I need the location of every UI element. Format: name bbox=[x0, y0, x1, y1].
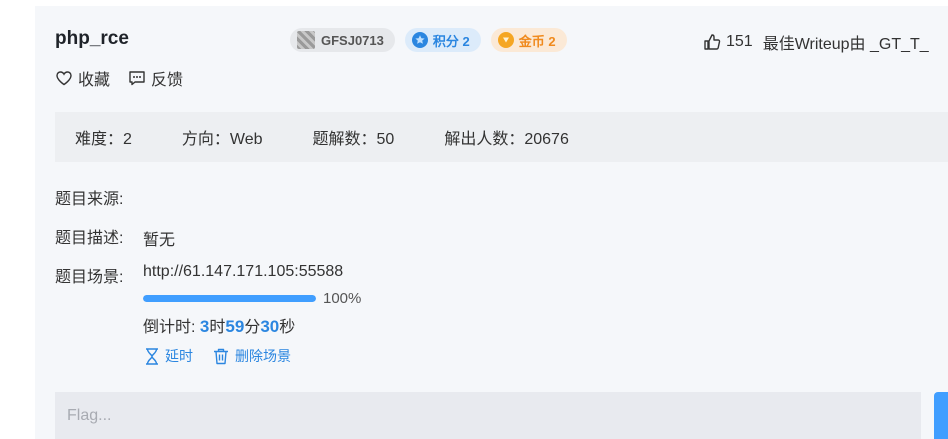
scene-label: 题目场景: bbox=[55, 269, 124, 286]
score-label: 积分 2 bbox=[432, 33, 470, 49]
feedback-icon bbox=[129, 71, 145, 86]
star-badge-icon bbox=[411, 32, 428, 48]
heart-icon bbox=[56, 71, 72, 86]
countdown-minutes: 59 bbox=[225, 317, 245, 336]
scene-url[interactable]: http://61.147.171.105:55588 bbox=[143, 263, 343, 281]
extend-time-button[interactable]: 延时 bbox=[145, 346, 193, 366]
challenge-info-bar: 难度：2 方向：Web 题解数：50 解出人数：20676 bbox=[55, 112, 948, 162]
hours-unit: 时 bbox=[209, 319, 226, 336]
delete-scene-button[interactable]: 删除场景 bbox=[213, 346, 291, 366]
score-tag: 积分 2 bbox=[404, 28, 481, 52]
countdown-seconds: 30 bbox=[260, 317, 280, 336]
seconds-unit: 秒 bbox=[279, 319, 296, 336]
feedback-label: 反馈 bbox=[151, 72, 184, 89]
description-row: 题目描述: 暂无 bbox=[55, 224, 175, 250]
trash-icon bbox=[214, 348, 228, 364]
favorite-button[interactable]: 收藏 bbox=[55, 66, 110, 90]
countdown-prefix: 倒计时: bbox=[143, 319, 200, 336]
delete-scene-label: 删除场景 bbox=[235, 348, 291, 364]
submit-button[interactable] bbox=[934, 392, 948, 439]
progress-text: 100% bbox=[323, 290, 362, 307]
left-gutter bbox=[0, 0, 14, 439]
solver-count: 解出人数：20676 bbox=[444, 131, 569, 148]
author-name: GFSJ0713 bbox=[321, 32, 384, 48]
likes-count: 151 bbox=[726, 33, 753, 50]
coin-label: 金币 2 bbox=[518, 33, 556, 49]
difficulty: 难度：2 bbox=[75, 131, 132, 148]
extend-time-label: 延时 bbox=[165, 348, 193, 364]
countdown-hours: 3 bbox=[199, 317, 210, 336]
source-label: 题目来源: bbox=[55, 191, 124, 208]
writeup-count: 题解数：50 bbox=[312, 131, 395, 148]
best-writeup-text[interactable]: 最佳Writeup由 _GT_T_ bbox=[763, 30, 929, 54]
progress-fill bbox=[143, 295, 316, 302]
flag-input[interactable] bbox=[55, 392, 921, 439]
challenge-actions: 收藏 反馈 bbox=[55, 66, 183, 90]
description-value: 暂无 bbox=[143, 232, 176, 249]
description-label: 题目描述: bbox=[55, 230, 124, 247]
coin-tag: 金币 2 bbox=[490, 28, 567, 52]
source-row: 题目来源: bbox=[55, 185, 143, 209]
challenge-tags: GFSJ0713 积分 2 金币 2 bbox=[290, 28, 567, 52]
author-tag[interactable]: GFSJ0713 bbox=[290, 28, 395, 52]
coin-icon bbox=[497, 32, 514, 48]
challenge-title: php_rce bbox=[55, 28, 129, 49]
scene-operations: 延时 删除场景 bbox=[145, 346, 291, 366]
progress-track bbox=[143, 295, 316, 302]
minutes-unit: 分 bbox=[244, 319, 261, 336]
feedback-button[interactable]: 反馈 bbox=[128, 66, 183, 90]
hourglass-icon bbox=[146, 347, 158, 365]
scene-progress: 100% bbox=[143, 290, 361, 307]
author-avatar bbox=[297, 31, 315, 49]
direction: 方向：Web bbox=[181, 131, 263, 148]
favorite-label: 收藏 bbox=[78, 72, 111, 89]
scene-row: 题目场景: bbox=[55, 263, 143, 287]
countdown: 倒计时: 3时59分30秒 bbox=[143, 313, 295, 337]
likes-area: 151 最佳Writeup由 _GT_T_ bbox=[703, 30, 929, 54]
thumbs-up-icon[interactable] bbox=[703, 33, 721, 51]
